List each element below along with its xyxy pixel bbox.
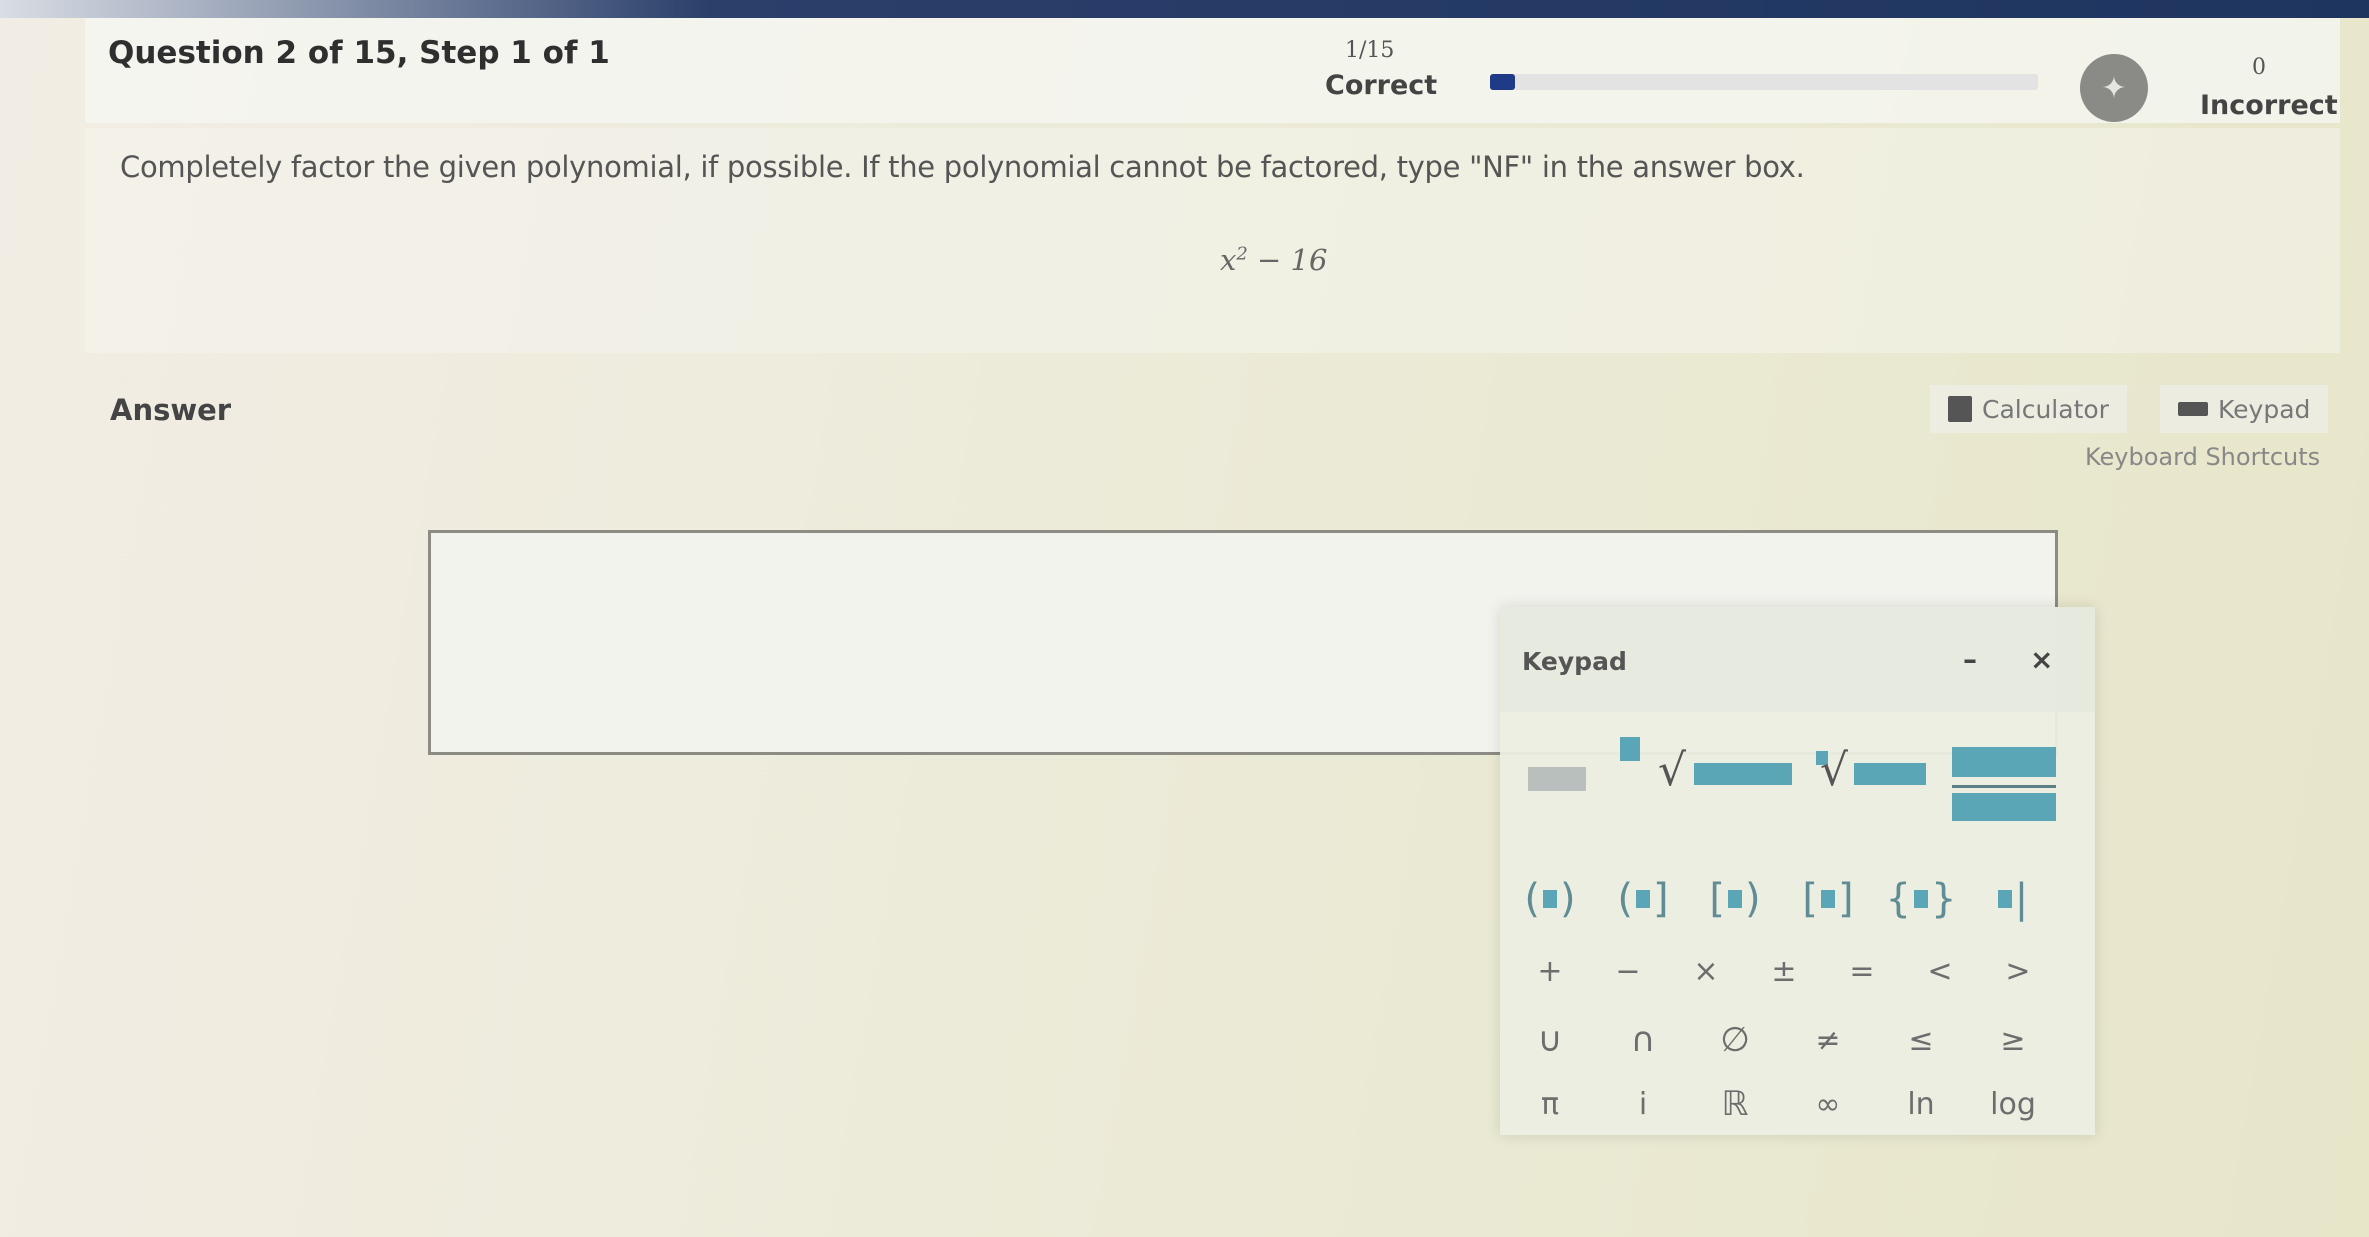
slot bbox=[1997, 890, 2012, 908]
slot bbox=[1543, 890, 1557, 908]
incorrect-count: 0 bbox=[2252, 55, 2266, 80]
minus-key[interactable]: − bbox=[1593, 942, 1663, 1000]
plus-minus-key[interactable]: ± bbox=[1749, 942, 1819, 1000]
answer-label: Answer bbox=[110, 393, 232, 427]
slot bbox=[1636, 890, 1650, 908]
less-equal-key[interactable]: ≤ bbox=[1886, 1011, 1956, 1069]
keyboard-icon bbox=[2178, 402, 2208, 416]
calculator-label: Calculator bbox=[1982, 394, 2109, 424]
keypad-panel: Keypad – × √ √ () (] [) [] {} | + − × ± … bbox=[1500, 607, 2095, 1135]
equals-key[interactable]: = bbox=[1827, 942, 1897, 1000]
imaginary-i-key[interactable]: i bbox=[1608, 1075, 1678, 1133]
keypad-minimize-button[interactable]: – bbox=[1963, 643, 1977, 676]
square-root-key[interactable]: √ bbox=[1658, 745, 1798, 805]
half-open-left-key[interactable]: [) bbox=[1700, 870, 1770, 928]
slot bbox=[1914, 890, 1928, 908]
half-open-right-key[interactable]: (] bbox=[1608, 870, 1678, 928]
plus-key[interactable]: + bbox=[1515, 942, 1585, 1000]
calculator-button[interactable]: Calculator bbox=[1930, 385, 2127, 433]
radicand-slot bbox=[1854, 763, 1926, 785]
denominator-slot bbox=[1952, 793, 2056, 821]
correct-label: Correct bbox=[1325, 70, 1438, 101]
not-equal-key[interactable]: ≠ bbox=[1793, 1011, 1863, 1069]
empty-set-key[interactable]: ∅ bbox=[1700, 1011, 1770, 1069]
expression-exponent: 2 bbox=[1236, 243, 1248, 265]
closed-interval-key[interactable]: [] bbox=[1793, 870, 1863, 928]
incorrect-label: Incorrect bbox=[2200, 90, 2338, 121]
exponent-key[interactable] bbox=[1528, 737, 1643, 797]
greater-equal-key[interactable]: ≥ bbox=[1978, 1011, 2048, 1069]
radical-icon: √ bbox=[1820, 745, 1849, 796]
expression-rest: − 16 bbox=[1247, 243, 1328, 277]
flame-icon: ✦ bbox=[2080, 54, 2148, 122]
exponent-slot bbox=[1620, 737, 1640, 761]
set-braces-key[interactable]: {} bbox=[1886, 870, 1957, 928]
keypad-close-button[interactable]: × bbox=[2030, 643, 2053, 676]
radicand-slot bbox=[1694, 763, 1792, 785]
fraction-bar bbox=[1952, 785, 2056, 788]
ln-key[interactable]: ln bbox=[1886, 1075, 1956, 1133]
nth-root-key[interactable]: √ bbox=[1812, 745, 1932, 805]
radical-icon: √ bbox=[1658, 745, 1687, 796]
slot bbox=[1728, 890, 1742, 908]
keypad-label: Keypad bbox=[2218, 394, 2311, 424]
base-slot bbox=[1528, 767, 1586, 791]
times-key[interactable]: × bbox=[1671, 942, 1741, 1000]
log-key[interactable]: log bbox=[1978, 1075, 2048, 1133]
question-title: Question 2 of 15, Step 1 of 1 bbox=[108, 35, 610, 71]
real-numbers-key[interactable]: ℝ bbox=[1700, 1075, 1770, 1133]
slot bbox=[1821, 890, 1835, 908]
infinity-key[interactable]: ∞ bbox=[1793, 1075, 1863, 1133]
progress-bar bbox=[1490, 74, 2038, 90]
greater-than-key[interactable]: > bbox=[1983, 942, 2053, 1000]
union-key[interactable]: ∪ bbox=[1515, 1011, 1585, 1069]
intersection-key[interactable]: ∩ bbox=[1608, 1011, 1678, 1069]
progress-fill bbox=[1490, 74, 1515, 90]
numerator-slot bbox=[1952, 747, 2056, 777]
absolute-value-key[interactable]: | bbox=[1978, 870, 2048, 928]
fraction-key[interactable] bbox=[1952, 747, 2062, 827]
expression-base: x bbox=[1220, 243, 1237, 277]
keypad-title: Keypad bbox=[1522, 647, 1627, 676]
calculator-icon bbox=[1948, 396, 1972, 422]
keyboard-shortcuts-link[interactable]: Keyboard Shortcuts bbox=[2085, 443, 2320, 471]
less-than-key[interactable]: < bbox=[1905, 942, 1975, 1000]
pi-key[interactable]: π bbox=[1515, 1075, 1585, 1133]
keypad-button[interactable]: Keypad bbox=[2160, 385, 2329, 433]
question-instructions: Completely factor the given polynomial, … bbox=[120, 150, 1805, 184]
correct-count: 1/15 bbox=[1345, 38, 1395, 63]
top-accent-bar bbox=[0, 0, 2369, 18]
polynomial-expression: x2 − 16 bbox=[1220, 243, 1327, 277]
open-interval-key[interactable]: () bbox=[1515, 870, 1585, 928]
